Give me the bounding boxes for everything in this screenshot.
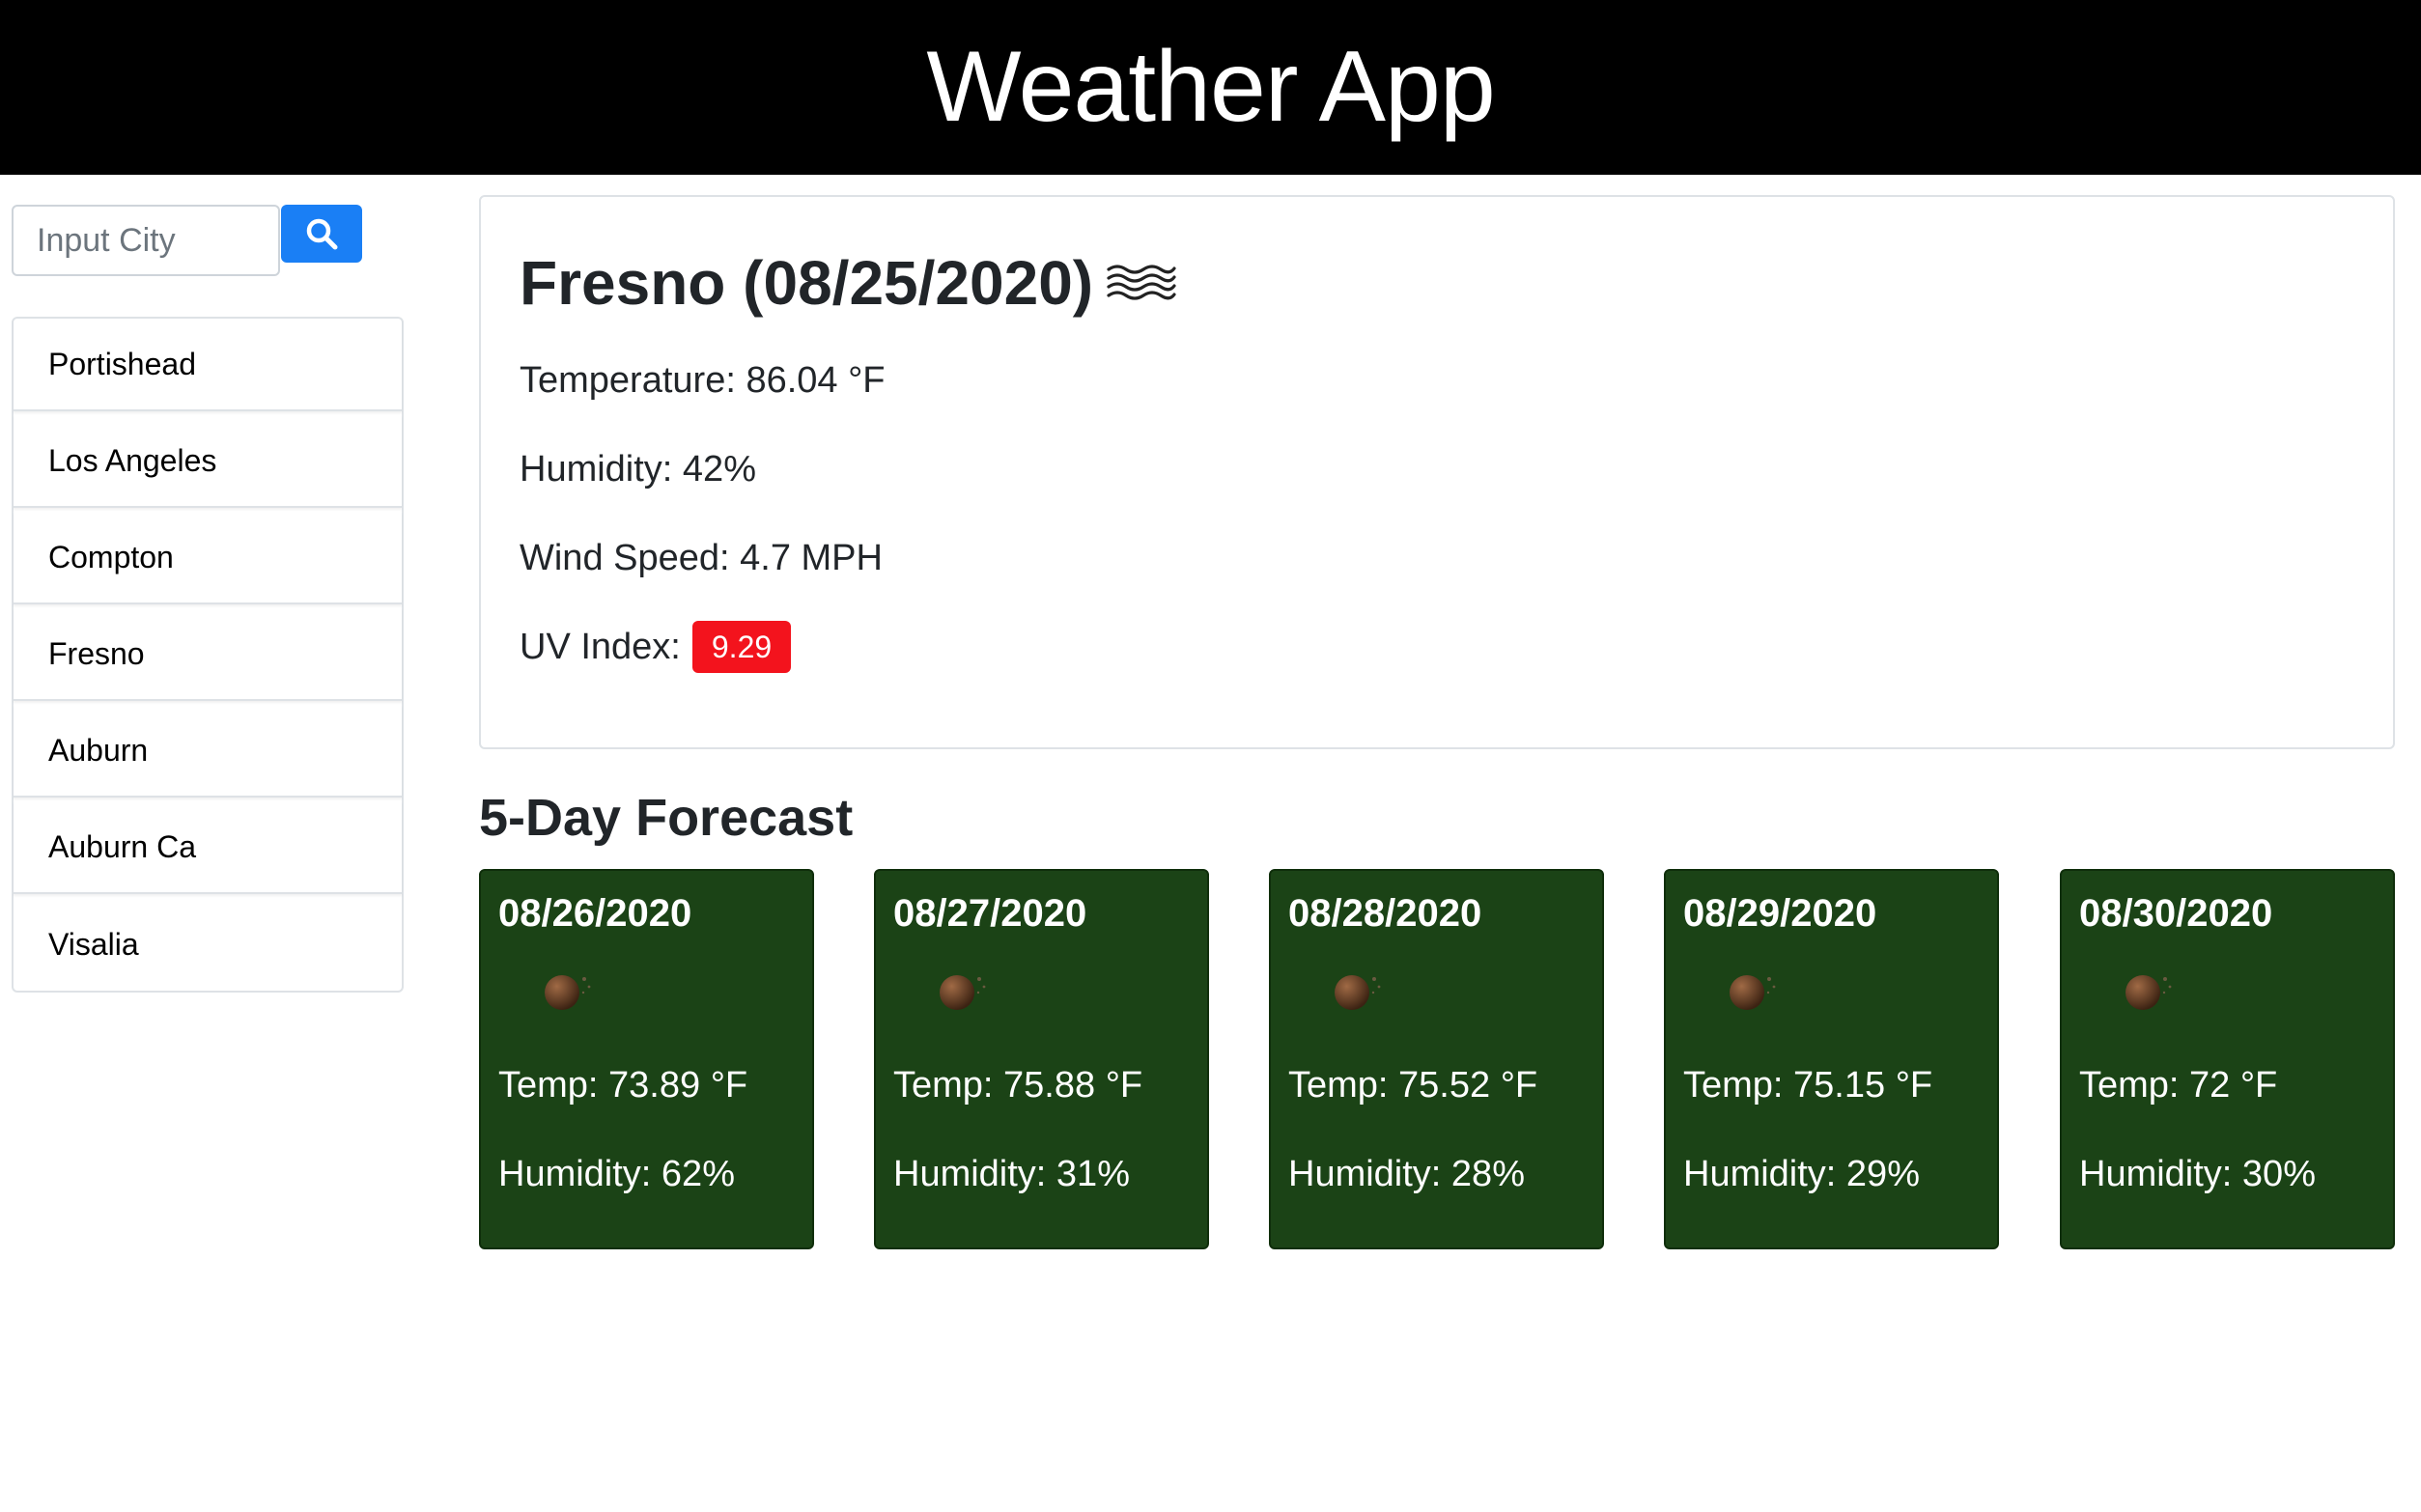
forecast-humidity: Humidity: 31% [893, 1153, 1130, 1194]
forecast-temp: Temp: 75.15 °F [1683, 1064, 1933, 1106]
forecast-date: 08/30/2020 [2079, 892, 2273, 935]
forecast-temp: Temp: 73.89 °F [498, 1064, 748, 1106]
forecast-card: 08/26/2020 Temp: 73.89 °F Humidity: 62% [479, 869, 814, 1249]
forecast-date: 08/29/2020 [1683, 892, 1877, 935]
haze-icon [1105, 261, 1176, 305]
current-uv-index: UV Index: 9.29 [520, 602, 2356, 691]
forecast-date: 08/27/2020 [893, 892, 1087, 935]
forecast-humidity: Humidity: 28% [1288, 1153, 1525, 1194]
forecast-temp: Temp: 72 °F [2079, 1064, 2278, 1106]
forecast-humidity: Humidity: 30% [2079, 1153, 2316, 1194]
city-search-input[interactable] [12, 205, 280, 276]
forecast-card: 08/29/2020 Temp: 75.15 °F Humidity: 29% [1664, 869, 1999, 1249]
history-item-visalia[interactable]: Visalia [14, 898, 402, 991]
history-item-auburn-ca[interactable]: Auburn Ca [14, 801, 402, 894]
current-weather-heading: Fresno (08/25/2020) [520, 239, 2356, 326]
uv-index-label: UV Index: [520, 626, 681, 667]
history-item-auburn[interactable]: Auburn [14, 705, 402, 798]
forecast-humidity: Humidity: 29% [1683, 1153, 1920, 1194]
app-title: Weather App [926, 31, 1495, 143]
search-history-list: Portishead Los Angeles Compton Fresno Au… [12, 317, 404, 993]
current-city-date: Fresno (08/25/2020) [520, 248, 1094, 318]
current-humidity: Humidity: 42% [520, 448, 756, 490]
current-temperature: Temperature: 86.04 °F [520, 359, 886, 401]
forecast-date: 08/28/2020 [1288, 892, 1482, 935]
uv-index-badge: 9.29 [691, 621, 792, 673]
forecast-card: 08/28/2020 Temp: 75.52 °F Humidity: 28% [1269, 869, 1604, 1249]
clear-night-icon [1331, 967, 1385, 1014]
current-weather-card: Fresno (08/25/2020) Temperature: 86.04 °… [479, 195, 2395, 749]
history-item-fresno[interactable]: Fresno [14, 608, 402, 701]
forecast-temp: Temp: 75.52 °F [1288, 1064, 1538, 1106]
forecast-row: 08/26/2020 Temp: 73.89 °F Humidity: 62% … [479, 869, 2395, 1249]
clear-night-icon [1726, 967, 1780, 1014]
forecast-temp: Temp: 75.88 °F [893, 1064, 1143, 1106]
history-item-compton[interactable]: Compton [14, 512, 402, 604]
search-button[interactable] [281, 205, 362, 263]
search-icon [305, 217, 338, 250]
forecast-humidity: Humidity: 62% [498, 1153, 735, 1194]
clear-night-icon [936, 967, 990, 1014]
app-header: Weather App [0, 0, 2421, 175]
forecast-date: 08/26/2020 [498, 892, 692, 935]
forecast-heading: 5-Day Forecast [479, 789, 854, 847]
history-item-los-angeles[interactable]: Los Angeles [14, 415, 402, 508]
forecast-card: 08/27/2020 Temp: 75.88 °F Humidity: 31% [874, 869, 1209, 1249]
clear-night-icon [2122, 967, 2176, 1014]
current-wind-speed: Wind Speed: 4.7 MPH [520, 537, 883, 578]
forecast-card: 08/30/2020 Temp: 72 °F Humidity: 30% [2060, 869, 2395, 1249]
history-item-portishead[interactable]: Portishead [14, 319, 402, 411]
clear-night-icon [541, 967, 595, 1014]
